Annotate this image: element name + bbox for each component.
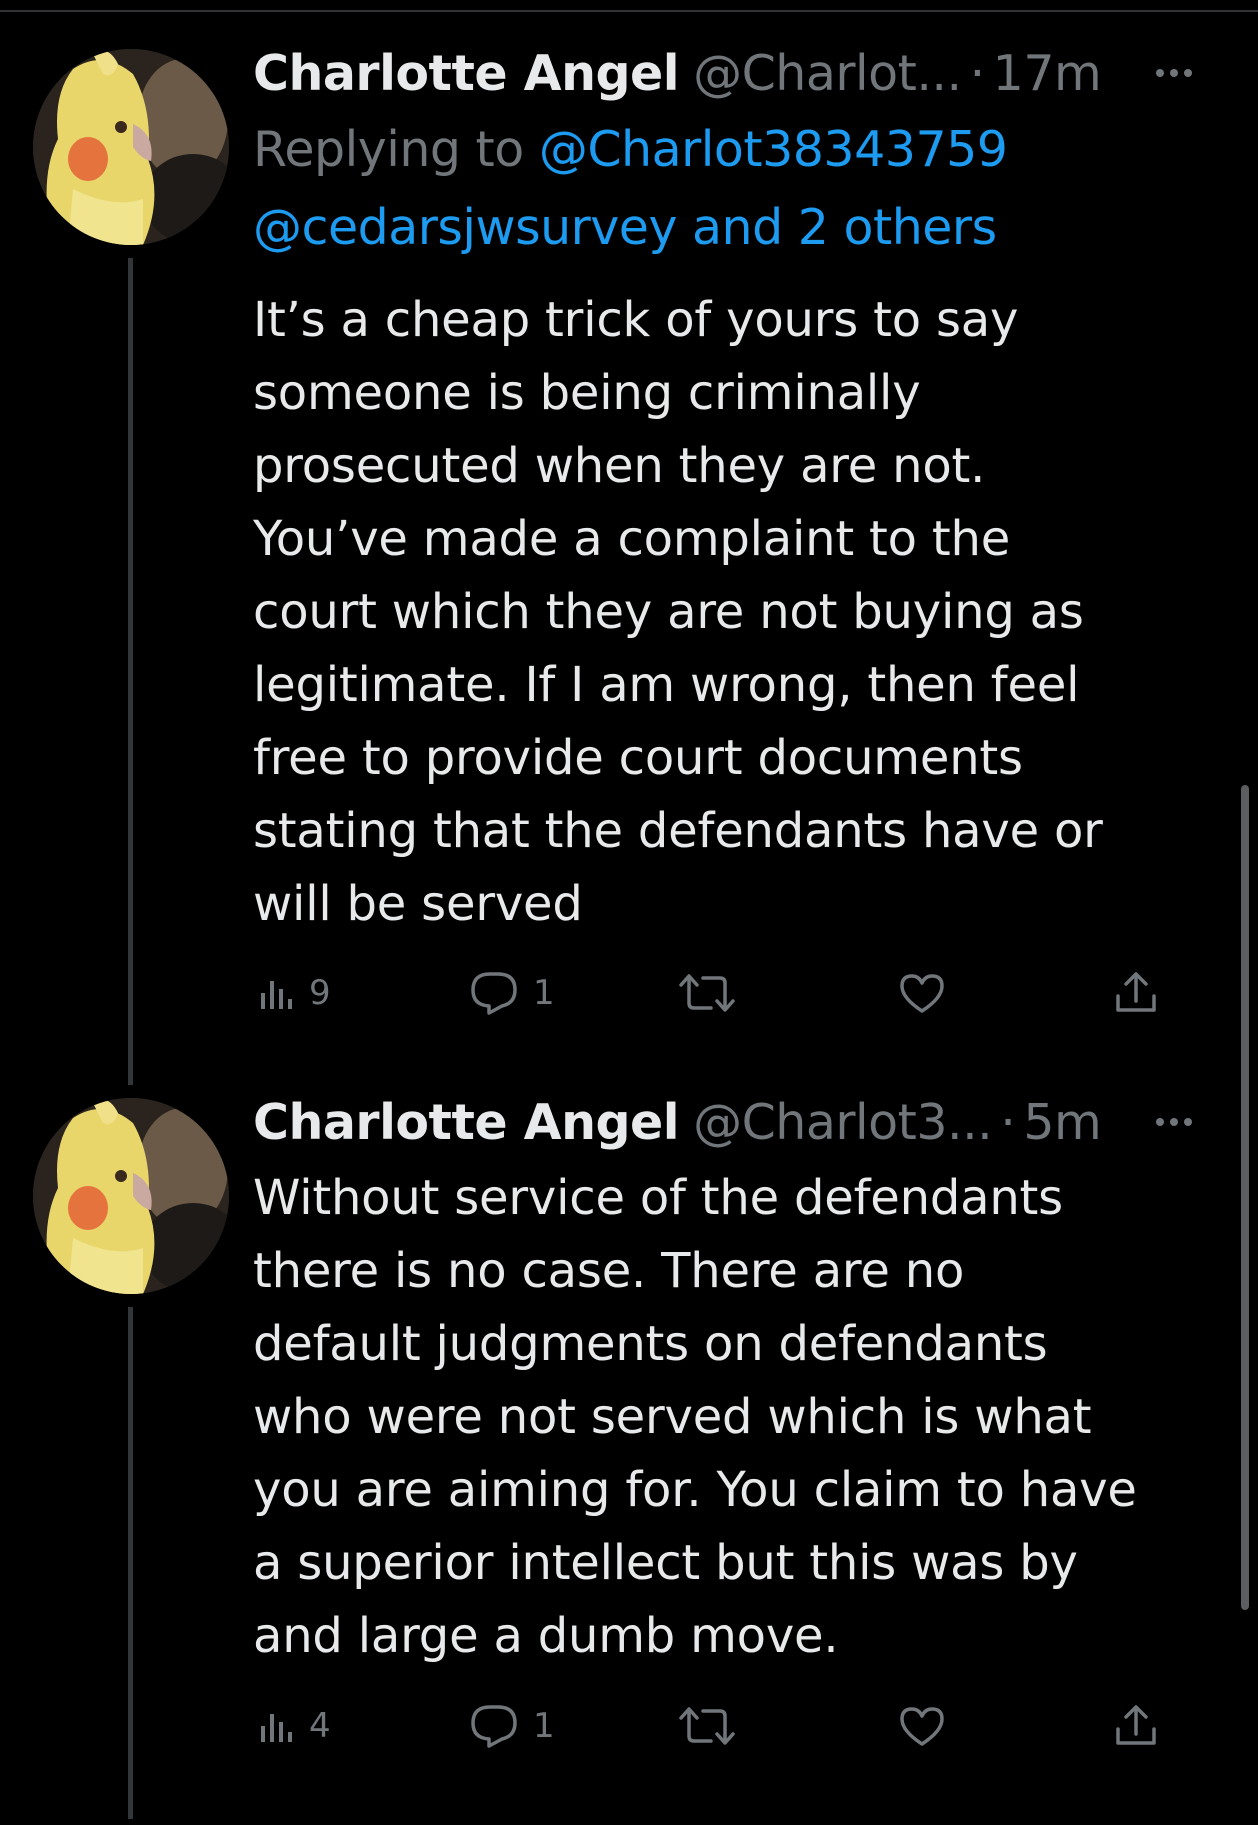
mention-link[interactable]: @Charlot38343759 [539,121,1008,178]
tweet-text: Without service of the defendants there … [253,1170,1137,1664]
tweet-header: Charlotte Angel @Charlot3... · 5m [253,1090,1198,1154]
tweet-text: It’s a cheap trick of yours to say someo… [253,292,1103,932]
share-button[interactable] [1113,1696,1159,1756]
author-handle[interactable]: @Charlot... [693,45,962,102]
replying-to-others-line: @cedarsjwsurvey and 2 others [253,196,997,260]
top-divider [0,10,1258,12]
more-horizontal-icon[interactable] [1150,1098,1198,1146]
views-button[interactable]: 9 [259,963,331,1023]
speech-bubble-icon [471,972,517,1015]
avatar[interactable] [33,49,229,245]
action-bar: 4 1 [253,1696,1183,1756]
analytics-icon [261,1714,292,1742]
separator-dot: · [1000,1093,1016,1151]
reply-button[interactable]: 1 [469,963,555,1023]
thread-line [128,1307,133,1819]
scrollbar-thumb[interactable] [1241,785,1249,1610]
heart-icon [900,1707,944,1746]
share-button[interactable] [1113,963,1159,1023]
avatar[interactable] [33,1098,229,1294]
tweet-header: Charlotte Angel @Charlot... · 17m [253,41,1198,105]
cockatiel-avatar-image [33,1098,229,1294]
thread-line [128,258,133,1085]
reply-count: 1 [533,973,555,1013]
separator-dot: · [969,44,986,102]
retweet-button[interactable] [677,1696,737,1756]
views-button[interactable]: 4 [259,1696,331,1756]
more-horizontal-icon[interactable] [1150,49,1198,97]
views-count: 4 [309,1706,331,1746]
mention-others-link[interactable]: @cedarsjwsurvey and 2 others [253,199,997,256]
reply-button[interactable]: 1 [469,1696,555,1756]
heart-icon [900,974,944,1013]
retweet-arrows-icon [679,1707,735,1745]
like-button[interactable] [897,1696,947,1756]
analytics-icon [261,981,292,1009]
share-upload-icon [1116,972,1156,1012]
timestamp[interactable]: 5m [1023,1094,1101,1151]
replying-to-label: Replying to [253,121,524,178]
views-count: 9 [309,973,331,1013]
reply-count: 1 [533,1706,555,1746]
retweet-button[interactable] [677,963,737,1023]
author-name[interactable]: Charlotte Angel [253,45,680,102]
timestamp[interactable]: 17m [993,45,1102,102]
replying-to-line: Replying to @Charlot38343759 [253,118,1008,182]
speech-bubble-icon [471,1705,517,1748]
like-button[interactable] [897,963,947,1023]
retweet-arrows-icon [679,974,735,1012]
author-name[interactable]: Charlotte Angel [253,1094,680,1151]
share-upload-icon [1116,1705,1156,1745]
author-handle[interactable]: @Charlot3... [693,1094,993,1151]
action-bar: 9 1 [253,963,1183,1023]
cockatiel-avatar-image [33,49,229,245]
